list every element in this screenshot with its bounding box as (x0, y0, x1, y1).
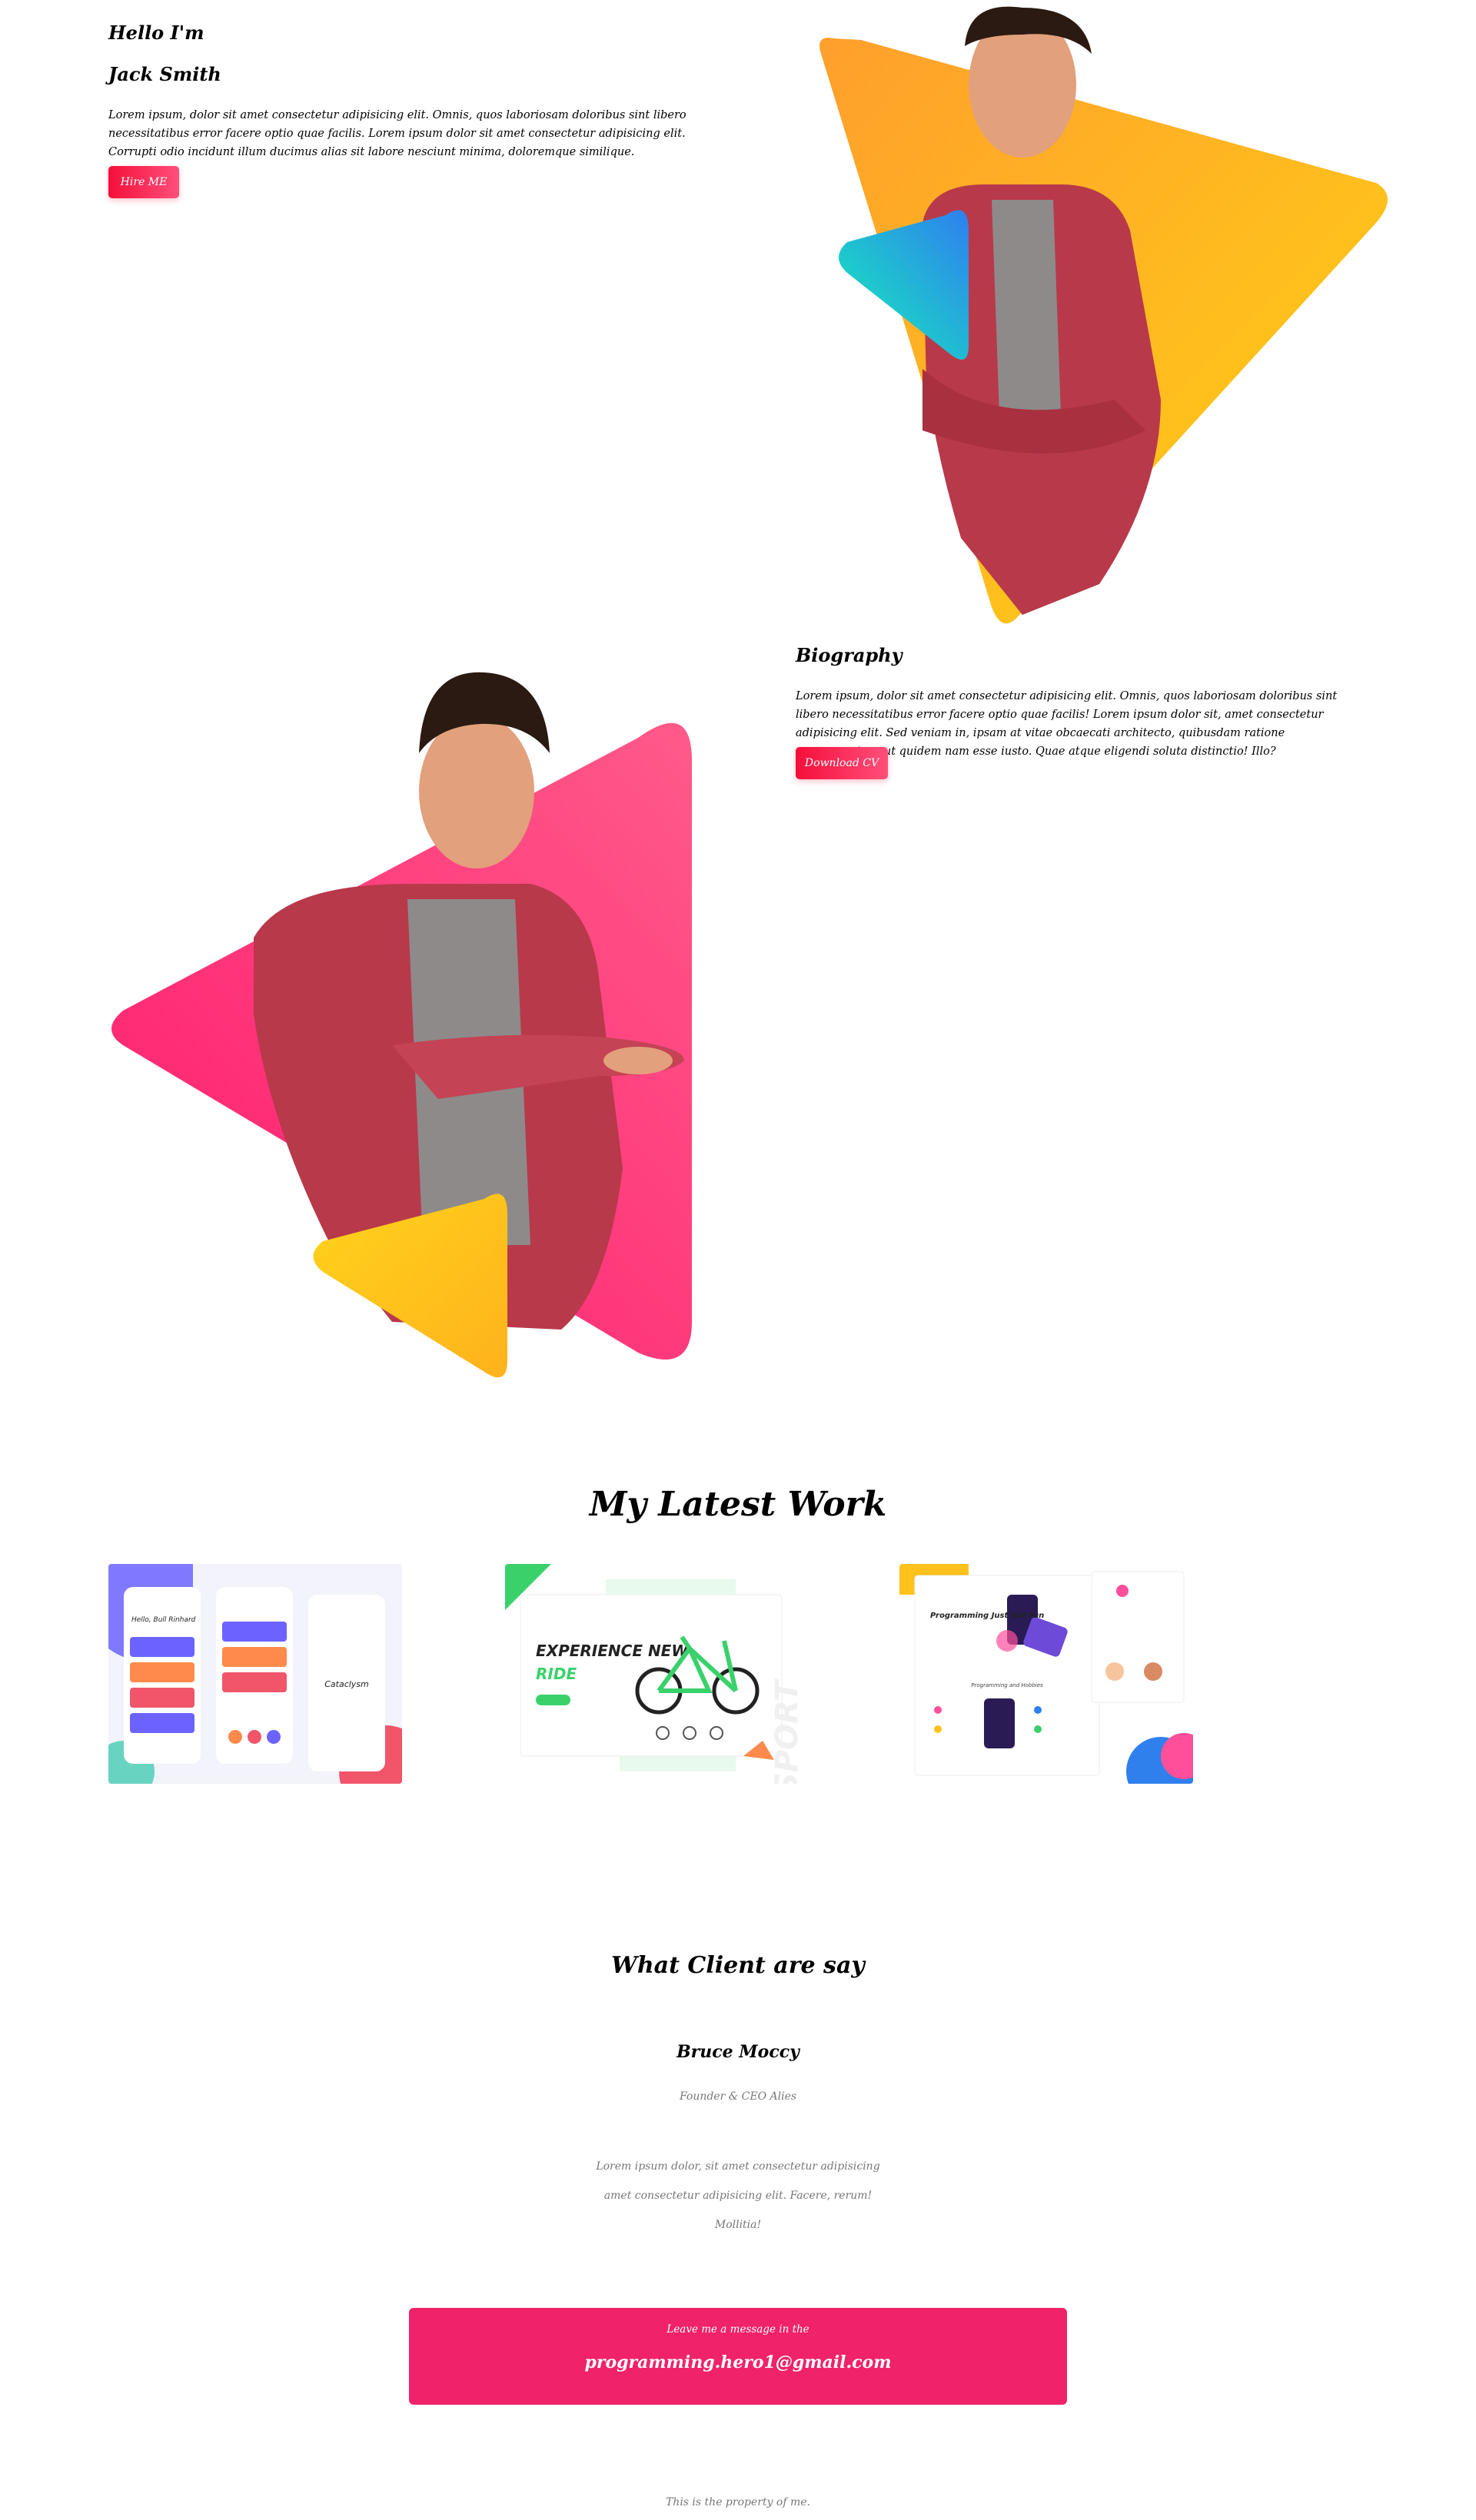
biography-title: Biography (796, 644, 903, 666)
testimonial-title: What Client are say (611, 1952, 865, 1979)
work-card-task-app[interactable]: Hello, Bull Rinhard Cataclysm (108, 1564, 402, 1784)
svg-text:Cataclysm: Cataclysm (324, 1679, 369, 1689)
contact-banner: Leave me a message in the programming.he… (409, 2308, 1067, 2405)
svg-text:Programming Just Got Fun: Programming Just Got Fun (930, 1612, 1044, 1620)
work-card-programming-site[interactable]: Programming Just Got Fun Programming and… (899, 1564, 1193, 1784)
hero-intro: Lorem ipsum, dolor sit amet consectetur … (108, 109, 686, 158)
biography-illustration (100, 630, 715, 1391)
teal-triangle-shape (839, 210, 969, 360)
svg-text:SPORT: SPORT (770, 1678, 799, 1784)
client-quote: Lorem ipsum dolor, sit amet consectetur … (584, 2152, 892, 2239)
hero-name: Jack Smith (108, 63, 221, 85)
svg-text:RIDE: RIDE (536, 1665, 577, 1683)
hero-greeting: Hello I'm (108, 22, 204, 44)
client-quote-line: Lorem ipsum dolor, sit amet consectetur … (596, 2160, 880, 2173)
download-cv-button[interactable]: Download CV (796, 747, 888, 779)
hero-illustration (792, 0, 1391, 630)
svg-text:Hello, Bull Rinhard: Hello, Bull Rinhard (131, 1616, 196, 1624)
client-quote-line: amet consectetur adipisicing elit. Facer… (603, 2190, 873, 2231)
client-role: Founder & CEO Alies (679, 2090, 797, 2103)
latest-work-title: My Latest Work (589, 1485, 887, 1524)
contact-email-link[interactable]: programming.hero1@gmail.com (409, 2352, 1067, 2372)
hire-me-button[interactable]: Hire ME (108, 166, 179, 198)
svg-text:Programming and Hobbies: Programming and Hobbies (971, 1682, 1043, 1688)
work-card-bike-landing[interactable]: EXPERIENCE NEW RIDE SPORT (505, 1564, 799, 1784)
svg-text:EXPERIENCE NEW: EXPERIENCE NEW (536, 1642, 689, 1660)
footer-text: This is the property of me. (665, 2496, 811, 2508)
contact-label: Leave me a message in the (667, 2323, 809, 2336)
client-name: Bruce Moccy (676, 2042, 800, 2062)
